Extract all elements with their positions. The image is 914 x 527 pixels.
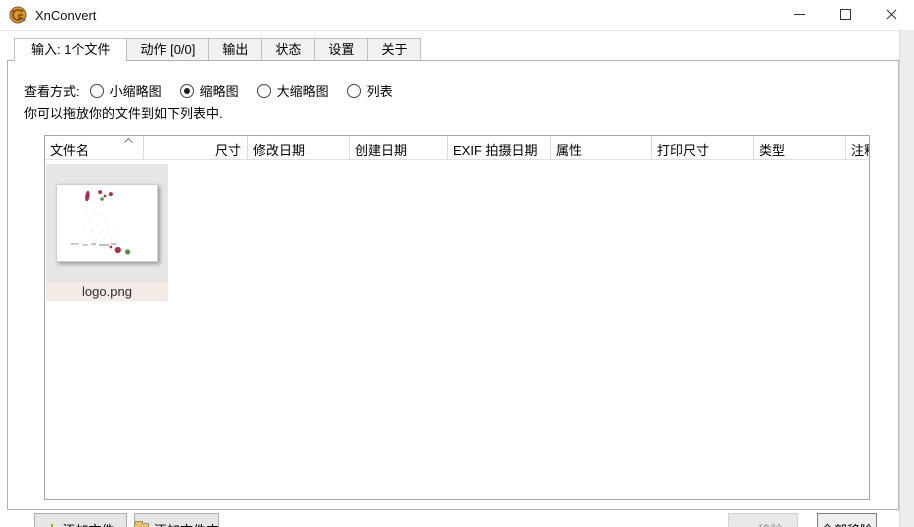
column-header-attributes[interactable]: 属性 [551,136,652,159]
radio-label: 小缩略图 [109,84,162,99]
minimize-icon [793,14,805,15]
close-icon [886,9,897,20]
radio-large-thumbnails[interactable]: 大缩略图 [256,81,329,100]
minimize-button[interactable] [776,0,822,29]
radio-icon [89,83,104,98]
add-plus-icon [46,523,57,527]
radio-label: 大缩略图 [276,84,329,99]
sort-indicator-icon [124,138,133,143]
tab-bar: 输入: 1个文件 动作 [0/0] 输出 状态 设置 关于 [14,38,422,61]
add-files-button[interactable]: 添加文件 [34,513,127,527]
xnconvert-window: XnConvert 输入: 1个文件 动作 [0/0] 输出 状态 设置 关于 … [0,0,914,527]
titlebar: XnConvert [0,0,914,31]
add-folder-button[interactable]: 添加文件夹 [134,513,219,527]
file-name-label: logo.png [46,281,168,301]
radio-list-view[interactable]: 列表 [346,81,393,100]
radio-small-thumbnails[interactable]: 小缩略图 [89,81,162,100]
window-title: XnConvert [35,7,97,23]
tab-settings[interactable]: 设置 [314,38,369,60]
dialog-background-strip [899,30,914,527]
radio-icon [346,83,361,98]
drag-drop-hint: 你可以拖放你的文件到如下列表中. [24,106,223,121]
tab-about[interactable]: 关于 [367,38,422,60]
column-header-size[interactable]: 尺寸 [144,136,248,159]
app-icon [9,6,27,24]
radio-label: 列表 [366,84,393,99]
column-header-comment[interactable]: 注释 [846,136,869,159]
tab-actions[interactable]: 动作 [0/0] [126,38,210,60]
column-header-exif-date[interactable]: EXIF 拍摄日期 [448,136,551,159]
window-controls [776,0,914,29]
column-header-print-size[interactable]: 打印尺寸 [652,136,754,159]
column-header-type[interactable]: 类型 [754,136,846,159]
close-button[interactable] [868,0,914,29]
radio-label: 缩略图 [199,84,239,99]
radio-icon [179,83,194,98]
column-header-created-date[interactable]: 创建日期 [350,136,448,159]
view-mode-row: 查看方式: 小缩略图 缩略图 大缩略图 列表 [24,81,411,100]
radio-icon [256,83,271,98]
remove-button[interactable]: 移除 [728,513,798,527]
folder-icon [134,521,149,527]
column-header-filename[interactable]: 文件名 [45,136,144,159]
radio-thumbnails[interactable]: 缩略图 [179,81,239,100]
file-item-logo-png[interactable]: logo.png [46,164,168,301]
tab-input[interactable]: 输入: 1个文件 [14,38,128,61]
view-mode-label: 查看方式: [24,84,80,99]
maximize-button[interactable] [822,0,868,29]
maximize-icon [839,9,851,20]
column-header-modified-date[interactable]: 修改日期 [248,136,350,159]
thumbnail-image [56,183,158,262]
file-table: 文件名 尺寸 修改日期 创建日期 EXIF 拍摄日期 属性 打印尺寸 类型 注释 [44,135,870,500]
tab-status[interactable]: 状态 [261,38,316,60]
thumbnail-cell [46,164,168,281]
file-list[interactable]: logo.png [45,160,869,499]
file-table-header: 文件名 尺寸 修改日期 创建日期 EXIF 拍摄日期 属性 打印尺寸 类型 注释 [45,136,869,160]
tab-output[interactable]: 输出 [208,38,263,60]
remove-all-button[interactable]: 全部移除 [817,513,877,527]
